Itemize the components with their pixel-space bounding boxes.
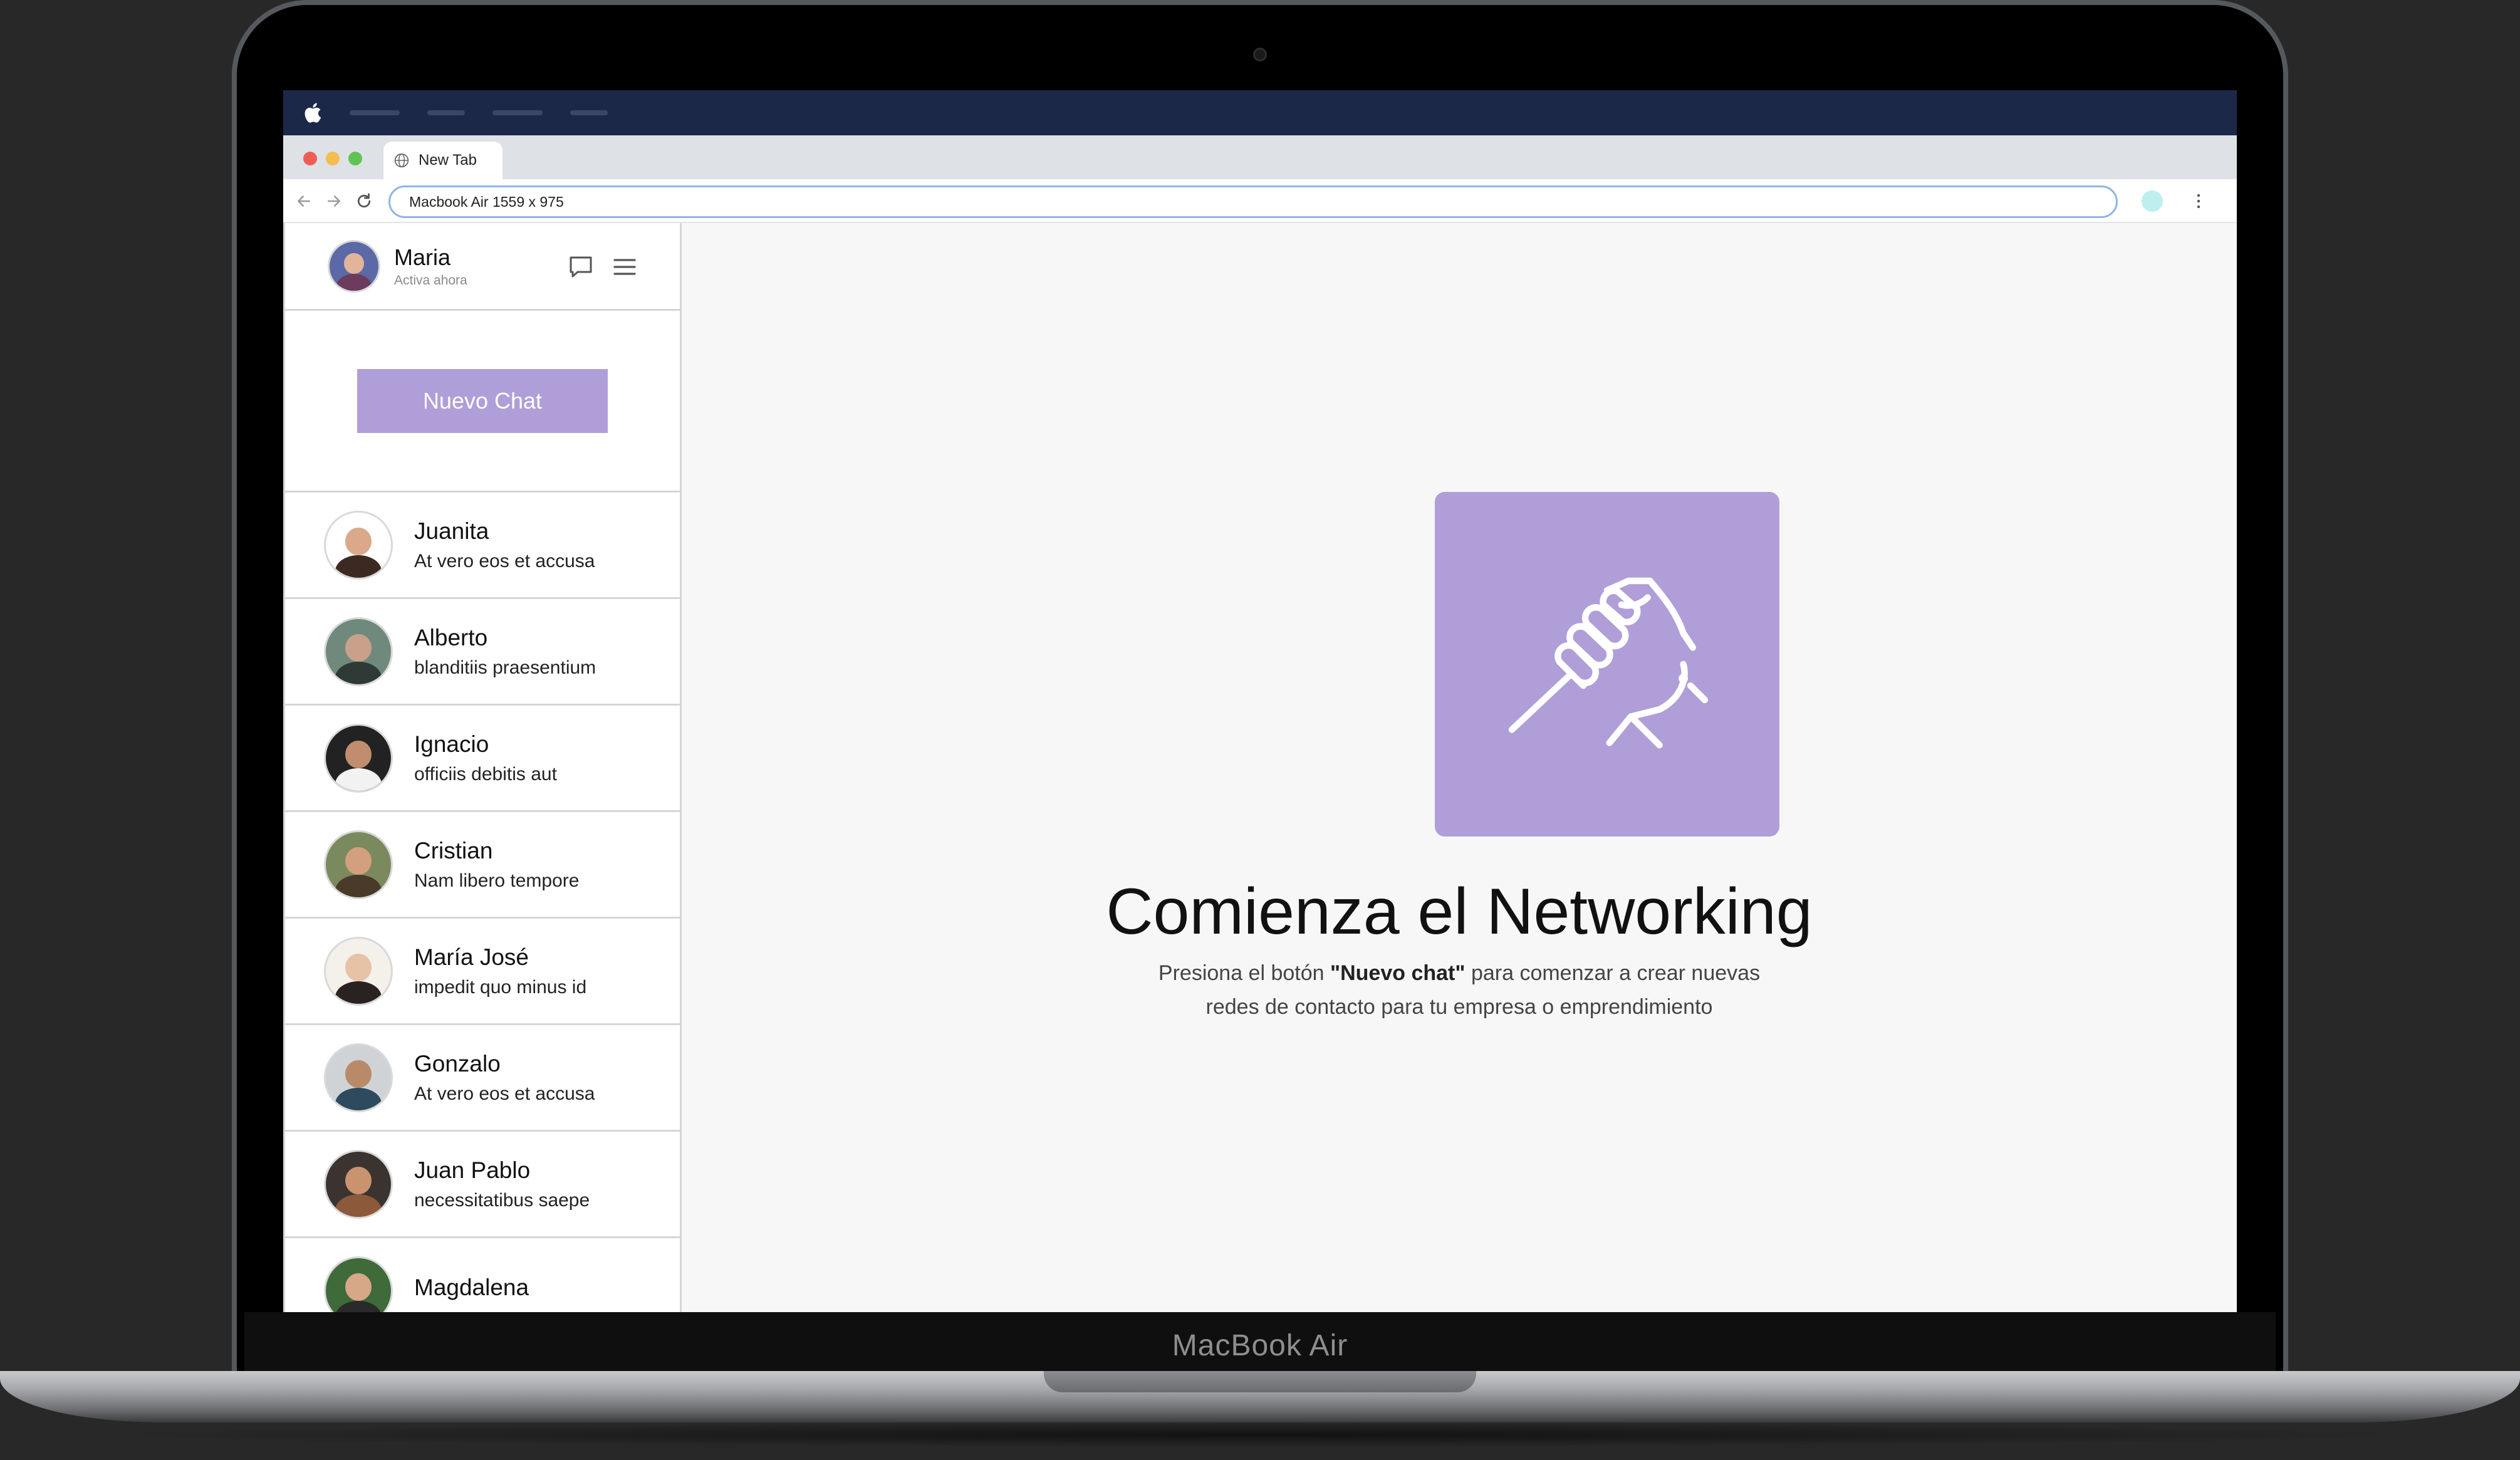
avatar [324,830,393,899]
browser-tabbar: New Tab [283,135,2237,179]
hero-desc-line2: redes de contacto para tu empresa o empr… [1205,995,1713,1019]
contact-item[interactable]: Cristian Nam libero tempore [285,812,680,919]
contact-name: Cristian [414,837,493,863]
screen: New Tab Macbook Air 1559 x 975 Maria Act… [283,90,2237,1312]
contact-name: Ignacio [414,731,489,757]
laptop-shadow [88,1422,2432,1447]
contact-last-message: blanditiis praesentium [414,657,596,678]
hero-desc-highlight: "Nuevo chat" [1330,961,1466,985]
profile-avatar[interactable] [2142,190,2163,212]
sidebar: Maria Activa ahora Nuevo Chat Juanita At… [283,223,682,1312]
hero-card [1435,492,1779,837]
handshake-icon [1508,577,1709,749]
contact-last-message: At vero eos et accusa [414,550,595,571]
avatar [324,723,393,793]
new-chat-area: Nuevo Chat [285,311,680,493]
contact-list: Juanita At vero eos et accusa Alberto bl… [285,493,680,1312]
browser-toolbar: Macbook Air 1559 x 975 [283,179,2237,223]
menubar-item[interactable] [350,110,400,115]
hero-description: Presiona el botón "Nuevo chat" para come… [682,956,2237,1024]
reload-icon[interactable] [355,192,373,211]
contact-item[interactable]: Gonzalo At vero eos et accusa [285,1025,680,1132]
forward-arrow-icon[interactable] [325,192,343,211]
tab-title: New Tab [419,152,477,169]
address-bar[interactable]: Macbook Air 1559 x 975 [388,185,2118,218]
contact-item[interactable]: Juan Pablo necessitatibus saepe [285,1132,680,1238]
menubar-item[interactable] [427,110,465,115]
hero-title: Comienza el Networking [1106,875,1813,948]
laptop-hinge-notch [1044,1371,1476,1392]
user-status: Activa ahora [394,273,467,288]
avatar [324,936,393,1006]
contact-item[interactable]: María José impedit quo minus id [285,919,680,1025]
os-menubar [283,90,2237,135]
contact-name: Alberto [414,624,488,650]
window-minimize-button[interactable] [326,152,340,165]
back-arrow-icon[interactable] [294,192,313,211]
apple-icon[interactable] [303,102,322,123]
user-name: Maria [394,244,451,270]
window-close-button[interactable] [303,152,317,165]
contact-name: Magdalena [414,1274,529,1300]
avatar [324,510,393,580]
contact-item[interactable]: Magdalena [285,1238,680,1312]
hamburger-menu-icon[interactable] [611,253,638,281]
contact-item[interactable]: Juanita At vero eos et accusa [285,493,680,599]
contact-name: María José [414,944,529,970]
contact-name: Juanita [414,518,489,544]
contact-last-message: Nam libero tempore [414,870,580,891]
contact-last-message: At vero eos et accusa [414,1083,595,1104]
browser-tab[interactable]: New Tab [383,142,502,179]
more-options-icon[interactable] [2195,192,2202,211]
avatar [324,1043,393,1112]
avatar [324,1256,393,1312]
menubar-item[interactable] [570,110,608,115]
contact-item[interactable]: Ignacio officiis debitis aut [285,706,680,812]
globe-icon [394,153,409,168]
new-chat-button[interactable]: Nuevo Chat [357,368,608,433]
main-panel: Comienza el Networking Presiona el botón… [682,223,2237,1312]
user-header: Maria Activa ahora [285,223,680,311]
camera [1253,48,1267,61]
contact-last-message: officiis debitis aut [414,763,557,785]
hero-desc-text: Presiona el botón [1158,961,1330,985]
contact-name: Gonzalo [414,1050,501,1077]
contact-name: Juan Pablo [414,1157,531,1183]
contact-last-message: impedit quo minus id [414,976,587,998]
user-info: Maria Activa ahora [394,244,467,288]
contact-item[interactable]: Alberto blanditiis praesentium [285,599,680,706]
avatar [324,1149,393,1219]
device-label: MacBook Air [1172,1329,1348,1362]
contact-last-message: necessitatibus saepe [414,1189,590,1211]
avatar[interactable] [328,239,380,293]
chat-bubble-icon[interactable] [567,253,595,281]
avatar [324,617,393,686]
menubar-item[interactable] [492,110,543,115]
hero-desc-text: para comenzar a crear nuevas [1465,961,1761,985]
window-maximize-button[interactable] [348,152,362,165]
chat-app: Maria Activa ahora Nuevo Chat Juanita At… [283,223,2237,1312]
